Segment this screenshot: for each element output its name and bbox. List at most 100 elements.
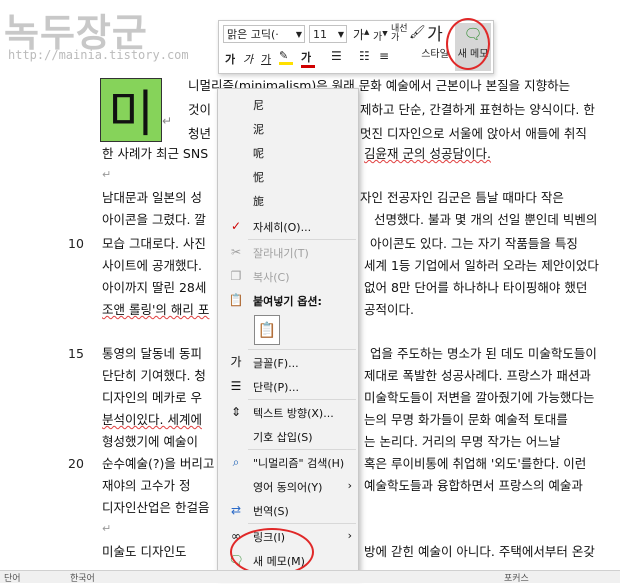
doc-line: 형성했기에 예술이 <box>102 434 198 449</box>
candidate-label: 呢 <box>253 147 264 160</box>
doc-line: 디자인의 메카로 우 <box>102 390 202 405</box>
doc-line: 자인 전공자인 김군은 틈날 때마다 작은 <box>360 190 564 205</box>
menu-item-paste-options: 📋 붙여넣기 옵션: <box>218 289 358 311</box>
highlight-button[interactable]: ✎ <box>279 49 293 65</box>
context-menu: 尼 泥 呢 怩 旎 ✓ 자세히(O)... ✂ 잘라내기(T) ❐ 복사(C) 📋 붙여… <box>217 88 359 578</box>
doc-line: 모습 그대로다. 사진 <box>102 236 206 251</box>
paste-icon: 📋 <box>228 293 244 307</box>
doc-line: 것이 <box>188 102 212 117</box>
menu-item-search[interactable]: ⌕ "니멀리즘" 검색(H) <box>218 451 358 473</box>
menu-item-label: 잘라내기(T) <box>253 247 309 260</box>
menu-item-label: 번역(S) <box>253 505 289 518</box>
candidate-hanja[interactable]: 怩 <box>218 165 358 187</box>
status-language[interactable]: 한국어 <box>70 571 95 584</box>
candidate-hanja[interactable]: 尼 <box>218 93 358 115</box>
font-size-value: 11 <box>313 28 327 41</box>
doc-line: 통영의 달동네 동피 <box>102 346 202 361</box>
status-words: 단어 <box>4 574 21 584</box>
chevron-right-icon: › <box>347 479 352 492</box>
doc-line: 업을 주도하는 명소가 된 데도 미술학도들이 <box>370 346 597 361</box>
doc-line: 아이콘도 있다. 그는 자기 작품들을 특징 <box>370 236 578 251</box>
bold-button[interactable]: 가 <box>225 51 235 67</box>
menu-item-copy[interactable]: ❐ 복사(C) <box>218 265 358 287</box>
candidate-label: 怩 <box>253 171 264 184</box>
doc-line: 제하고 단순, 간결하게 표현하는 양식이다. 한 <box>360 102 595 117</box>
candidate-label: 尼 <box>253 99 264 112</box>
underline-button[interactable]: 가 <box>261 51 271 67</box>
numbering-button[interactable]: ☷ <box>359 49 370 63</box>
menu-item-label: "니멀리즘" 검색(H) <box>253 457 345 470</box>
status-focus[interactable]: 포커스 <box>504 571 529 584</box>
doc-line: 순수예술(?)을 버리고 <box>102 456 215 471</box>
paste-text-only-icon: 📋 <box>257 321 277 339</box>
doc-line: 선명했다. 불과 몇 개의 선일 뿐인데 빅벤의 <box>374 212 598 227</box>
menu-item-cut[interactable]: ✂ 잘라내기(T) <box>218 241 358 263</box>
grow-font-button[interactable]: 가▲ <box>353 26 369 43</box>
watermark-url: http://mainia.tistory.com <box>8 48 189 62</box>
menu-item-label: 영어 동의어(Y) <box>253 481 323 494</box>
menu-item-insert-symbol[interactable]: 기호 삽입(S) <box>218 425 358 447</box>
candidate-label: 旎 <box>253 195 264 208</box>
candidate-label: 泥 <box>253 123 264 136</box>
menu-item-label: 글꼴(F)... <box>253 357 299 370</box>
phonetic-guide-button[interactable]: 내선 가 <box>391 25 408 43</box>
menu-item-english-synonyms[interactable]: 영어 동의어(Y) › <box>218 475 358 497</box>
line-spacing-icon: ≡ <box>379 49 390 63</box>
doc-line: 방에 갇힌 예술이 아니다. 주택에서부터 온갖 <box>364 544 595 559</box>
phonetic-icon: 내선 가 <box>391 24 408 43</box>
doc-line: 조앤 롤링'의 해리 포 <box>102 302 210 317</box>
grow-font-label: 가 <box>353 28 365 42</box>
annotation-circle <box>230 528 314 576</box>
doc-line: 세계 1등 기업에서 일하러 오라는 제안이었다 <box>364 258 599 273</box>
chevron-down-icon: ▼ <box>337 30 344 39</box>
font-color-button[interactable]: 가 <box>301 49 315 68</box>
shrink-font-button[interactable]: 가▼ <box>373 28 388 43</box>
font-name-value: 맑은 고딕(· <box>227 28 279 41</box>
status-bar: 단어 한국어 포커스 <box>0 570 620 584</box>
doc-line: 김윤재 군의 성공담이다. <box>364 146 491 161</box>
doc-line: 는의 무명 화가들이 문화 예술적 토대를 <box>364 412 568 427</box>
menu-item-paragraph[interactable]: ☰ 단락(P)... <box>218 375 358 397</box>
text-direction-icon: ⇕ <box>230 405 242 419</box>
doc-line: 사이트에 공개했다. <box>102 258 202 273</box>
menu-item-label: 자세히(O)... <box>253 221 312 234</box>
numbered-list-icon: ☷ <box>359 49 370 63</box>
shrink-font-label: 가 <box>373 32 383 43</box>
menu-item-translate[interactable]: ⇄ 번역(S) <box>218 499 358 521</box>
drop-cap: 미 <box>100 78 162 143</box>
doc-line: 제대로 폭발한 성공사례다. 프랑스가 패션과 <box>364 368 591 383</box>
menu-separator <box>248 349 356 350</box>
search-icon: ⌕ <box>232 455 240 469</box>
menu-item-text-direction[interactable]: ⇕ 텍스트 방향(X)... <box>218 401 358 423</box>
details-icon: ✓ <box>230 219 242 233</box>
paste-keep-text-button[interactable]: 📋 <box>254 315 280 345</box>
candidate-hanja[interactable]: 呢 <box>218 141 358 163</box>
copy-icon: ❐ <box>230 269 242 283</box>
doc-line: 청년 <box>188 126 212 141</box>
drop-cap-char: 미 <box>108 85 154 143</box>
cut-icon: ✂ <box>230 245 242 259</box>
translate-icon: ⇄ <box>230 503 242 517</box>
doc-line: 아이까지 딸린 28세 <box>102 280 207 295</box>
menu-item-details[interactable]: ✓ 자세히(O)... <box>218 215 358 237</box>
line-spacing-button[interactable]: ≡ <box>379 49 389 63</box>
chevron-down-icon: ▼ <box>295 30 302 39</box>
doc-line: 단단히 기여했다. 청 <box>102 368 206 383</box>
candidate-hanja[interactable]: 泥 <box>218 117 358 139</box>
doc-line: 미술학도들이 저변을 깔아줬기에 가능했다는 <box>364 390 595 405</box>
doc-line: 혹은 루이비통에 취업해 '외도'를한다. 이런 <box>364 456 587 471</box>
bullets-button[interactable]: ☰ <box>331 49 342 63</box>
font-name-select[interactable]: 맑은 고딕(· ▼ <box>223 25 305 43</box>
menu-item-label: 단락(P)... <box>253 381 299 394</box>
line-number: 15 <box>68 346 84 361</box>
paragraph-mark: ↵ <box>162 114 173 128</box>
font-color-bar <box>301 65 315 68</box>
doc-line: 남대문과 일본의 성 <box>102 190 202 205</box>
font-size-select[interactable]: 11 ▼ <box>309 25 347 43</box>
candidate-hanja[interactable]: 旎 <box>218 189 358 211</box>
italic-button[interactable]: 가 <box>243 51 253 67</box>
font-color-label: 가 <box>301 51 312 64</box>
menu-item-label: 텍스트 방향(X)... <box>253 407 334 420</box>
font-icon: 가 <box>230 355 242 369</box>
menu-item-font[interactable]: 가 글꼴(F)... <box>218 351 358 373</box>
